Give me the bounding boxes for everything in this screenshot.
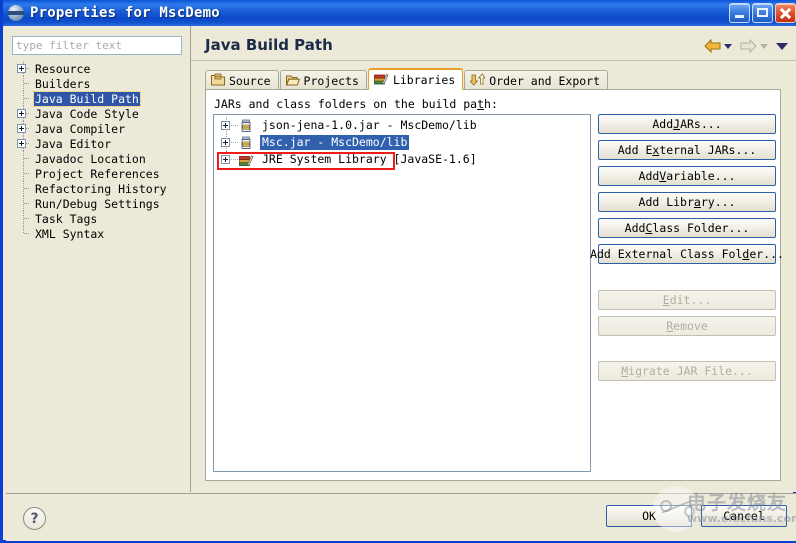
remove-button: Remove bbox=[598, 316, 776, 336]
help-icon[interactable]: ? bbox=[23, 507, 46, 530]
expand-icon[interactable] bbox=[17, 109, 26, 118]
list-item[interactable]: 010 json-jena-1.0.jar - MscDemo/lib bbox=[214, 117, 590, 134]
dialog-buttons: OK Cancel bbox=[606, 505, 787, 527]
add-library-button[interactable]: Add Libr a ry... bbox=[598, 192, 776, 212]
sidebar-item-label: Resource bbox=[35, 61, 91, 76]
back-button[interactable] bbox=[704, 38, 732, 54]
add-external-jars-button[interactable]: Add Ex ternal JARs... bbox=[598, 140, 776, 160]
expand-icon[interactable] bbox=[221, 155, 230, 164]
settings-content-pane: Java Build Path Source Projects Librarie… bbox=[191, 26, 796, 492]
ok-button[interactable]: OK bbox=[606, 505, 692, 527]
header-divider bbox=[191, 60, 796, 61]
open-folder-icon bbox=[285, 73, 300, 89]
maximize-button[interactable] bbox=[752, 3, 773, 23]
window-controls bbox=[729, 3, 796, 23]
list-item[interactable]: JRE System Library [JavaSE-1.6] bbox=[214, 151, 590, 168]
expand-icon[interactable] bbox=[17, 124, 26, 133]
jar-icon: 010 bbox=[239, 136, 253, 150]
source-folder-icon bbox=[211, 73, 225, 89]
jre-library-icon bbox=[239, 153, 254, 167]
tab-label: Source bbox=[229, 73, 271, 88]
tab-bar: Source Projects Libraries Order and Expo… bbox=[205, 68, 609, 90]
tab-source[interactable]: Source bbox=[205, 70, 279, 90]
sidebar-item-java-code-style[interactable]: Java Code Style bbox=[12, 106, 188, 121]
sidebar-item-javadoc-location[interactable]: Javadoc Location bbox=[12, 151, 188, 166]
sidebar-item-resource[interactable]: Resource bbox=[12, 61, 188, 76]
sidebar-item-java-build-path[interactable]: Java Build Path bbox=[12, 90, 188, 107]
properties-dialog: Properties for MscDemo Resource Builders bbox=[0, 0, 796, 543]
list-item-label: Msc.jar - MscDemo/lib bbox=[260, 135, 410, 150]
navigation-controls bbox=[704, 38, 788, 54]
sidebar-item-xml-syntax[interactable]: XML Syntax bbox=[12, 226, 188, 241]
libraries-tab-panel: JARs and class folders on the build path… bbox=[205, 89, 784, 481]
window-title: Properties for MscDemo bbox=[30, 5, 220, 21]
sidebar-item-label: Task Tags bbox=[35, 211, 98, 226]
sidebar-item-label: Builders bbox=[35, 76, 91, 91]
sidebar-item-label: Project References bbox=[35, 166, 160, 181]
tab-label: Projects bbox=[303, 73, 359, 88]
view-menu-icon[interactable] bbox=[776, 42, 788, 50]
sidebar-item-run-debug-settings[interactable]: Run/Debug Settings bbox=[12, 196, 188, 211]
sidebar-item-label: XML Syntax bbox=[35, 226, 105, 241]
tab-label: Order and Export bbox=[489, 73, 601, 88]
sidebar-item-label: Java Code Style bbox=[35, 106, 139, 121]
migrate-jar-file-button: Migrate JAR File... bbox=[598, 361, 776, 381]
add-external-class-folder-button[interactable]: Add External Class Fol d er... bbox=[590, 244, 784, 264]
tab-libraries[interactable]: Libraries bbox=[367, 68, 464, 90]
list-caption: JARs and class folders on the build path… bbox=[214, 97, 498, 111]
sidebar-item-project-references[interactable]: Project References bbox=[12, 166, 188, 181]
dialog-footer: ? OK Cancel bbox=[6, 493, 796, 541]
settings-navigation-pane: Resource Builders Java Build Path Java C… bbox=[6, 26, 190, 492]
sidebar-item-label: Run/Debug Settings bbox=[35, 196, 160, 211]
list-item-label: json-jena-1.0.jar - MscDemo/lib bbox=[262, 118, 477, 132]
books-icon bbox=[374, 72, 389, 88]
sidebar-item-task-tags[interactable]: Task Tags bbox=[12, 211, 188, 226]
edit-button: Edit... bbox=[598, 290, 776, 310]
add-jars-button[interactable]: Add J ARs... bbox=[598, 114, 776, 134]
library-actions: Add J ARs... Add Ex ternal JARs... Add Var… bbox=[590, 114, 784, 387]
search-input[interactable] bbox=[12, 36, 182, 55]
list-item-label: JRE System Library [JavaSE-1.6] bbox=[262, 152, 477, 166]
tab-projects[interactable]: Projects bbox=[279, 70, 367, 90]
sidebar-item-label: Java Build Path bbox=[33, 90, 141, 107]
sidebar-item-label: Java Editor bbox=[35, 136, 112, 151]
settings-tree: Resource Builders Java Build Path Java C… bbox=[12, 61, 188, 241]
svg-text:010: 010 bbox=[242, 127, 250, 131]
order-export-icon bbox=[469, 72, 487, 89]
close-button[interactable] bbox=[775, 3, 796, 23]
expand-icon[interactable] bbox=[221, 138, 230, 147]
sidebar-item-label: Javadoc Location bbox=[35, 151, 146, 166]
expand-icon[interactable] bbox=[17, 139, 26, 148]
expand-icon[interactable] bbox=[17, 64, 26, 73]
forward-button bbox=[740, 38, 768, 54]
forward-arrow-icon bbox=[740, 38, 757, 54]
sidebar-item-builders[interactable]: Builders bbox=[12, 76, 188, 91]
build-path-list[interactable]: 010 json-jena-1.0.jar - MscDemo/lib 010 … bbox=[213, 114, 591, 472]
sidebar-item-label: Refactoring History bbox=[35, 181, 167, 196]
tab-label: Libraries bbox=[392, 73, 456, 87]
add-class-folder-button[interactable]: Add Class Folder... bbox=[598, 218, 776, 238]
title-bar[interactable]: Properties for MscDemo bbox=[3, 0, 796, 26]
jar-icon: 010 bbox=[239, 119, 253, 133]
add-variable-button[interactable]: Add Variable... bbox=[598, 166, 776, 186]
sidebar-item-java-editor[interactable]: Java Editor bbox=[12, 136, 188, 151]
sidebar-item-java-compiler[interactable]: Java Compiler bbox=[12, 121, 188, 136]
tab-order-and-export[interactable]: Order and Export bbox=[464, 70, 609, 90]
sidebar-item-refactoring-history[interactable]: Refactoring History bbox=[12, 181, 188, 196]
expand-icon[interactable] bbox=[221, 121, 230, 130]
chevron-down-icon[interactable] bbox=[724, 43, 732, 49]
minimize-button[interactable] bbox=[729, 3, 750, 23]
chevron-down-icon bbox=[760, 43, 768, 49]
page-title: Java Build Path bbox=[205, 36, 333, 54]
svg-text:010: 010 bbox=[242, 144, 250, 148]
back-arrow-icon bbox=[704, 38, 721, 54]
eclipse-icon bbox=[8, 5, 24, 21]
list-item[interactable]: 010 Msc.jar - MscDemo/lib bbox=[214, 134, 590, 170]
cancel-button[interactable]: Cancel bbox=[701, 505, 787, 527]
sidebar-item-label: Java Compiler bbox=[35, 121, 126, 136]
